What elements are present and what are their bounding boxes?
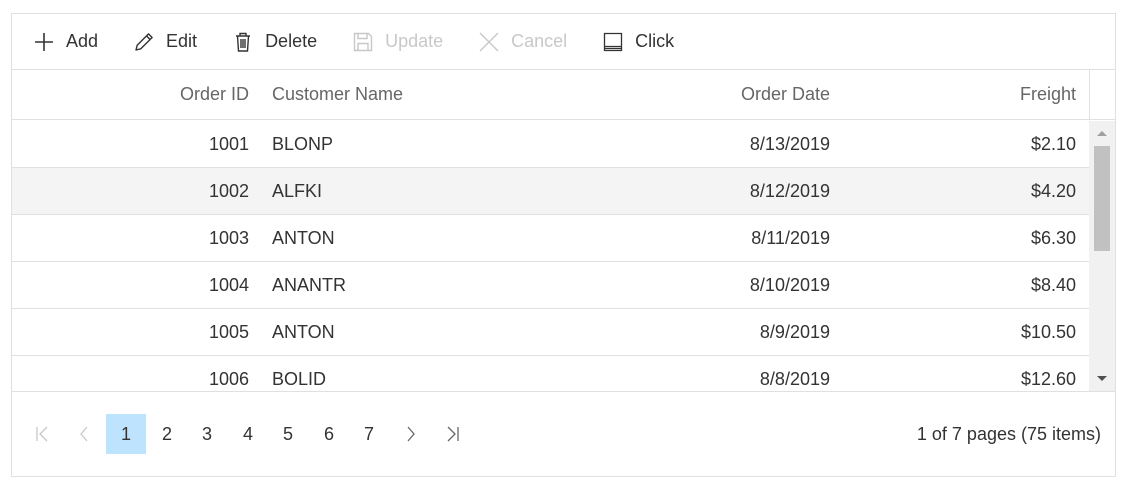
cancel-button[interactable]: Cancel bbox=[477, 22, 567, 62]
grid-toolbar: Add Edit Delete Update Cancel Click bbox=[12, 14, 1115, 70]
cell-freight: $10.50 bbox=[1020, 321, 1076, 342]
pencil-icon bbox=[132, 30, 156, 54]
cell-customer-name: ALFKI bbox=[272, 180, 323, 201]
close-icon bbox=[477, 30, 501, 54]
cell-order-id: 1003 bbox=[208, 227, 249, 248]
delete-button[interactable]: Delete bbox=[231, 22, 317, 62]
table-row[interactable]: 1006 BOLID 8/8/2019 $12.60 bbox=[12, 356, 1089, 391]
scroll-up-arrow-icon[interactable] bbox=[1089, 123, 1115, 143]
cell-freight: $4.20 bbox=[1030, 180, 1076, 201]
add-label: Add bbox=[66, 31, 99, 51]
page-number-1[interactable]: 1 bbox=[106, 414, 146, 454]
scroll-down-arrow-icon[interactable] bbox=[1089, 369, 1115, 389]
scrollbar-thumb[interactable] bbox=[1094, 146, 1110, 251]
first-page-icon[interactable] bbox=[22, 414, 62, 454]
plus-icon bbox=[32, 30, 56, 54]
cell-order-date: 8/8/2019 bbox=[759, 368, 830, 389]
click-label: Click bbox=[635, 31, 675, 51]
cell-order-id: 1001 bbox=[208, 133, 249, 154]
page-number-3[interactable]: 3 bbox=[187, 414, 227, 454]
page-number-4[interactable]: 4 bbox=[228, 414, 268, 454]
cell-order-id: 1006 bbox=[208, 368, 249, 389]
edit-button[interactable]: Edit bbox=[132, 22, 197, 62]
save-icon bbox=[351, 30, 375, 54]
next-page-icon[interactable] bbox=[391, 414, 431, 454]
page-number-7[interactable]: 7 bbox=[349, 414, 389, 454]
cell-customer-name: BOLID bbox=[272, 368, 327, 389]
cell-order-id: 1004 bbox=[208, 274, 249, 295]
page-number-2[interactable]: 2 bbox=[147, 414, 187, 454]
page-number-5[interactable]: 5 bbox=[268, 414, 308, 454]
cell-order-date: 8/11/2019 bbox=[751, 227, 830, 248]
cell-freight: $2.10 bbox=[1030, 133, 1076, 154]
vertical-scrollbar[interactable] bbox=[1089, 121, 1115, 391]
grid-pager: 1 2 3 4 5 6 7 1 of 7 pages (75 items) bbox=[12, 391, 1115, 476]
table-row[interactable]: 1001 BLONP 8/13/2019 $2.10 bbox=[12, 121, 1089, 168]
cell-freight: $12.60 bbox=[1020, 368, 1076, 389]
cell-customer-name: ANTON bbox=[272, 321, 335, 342]
cell-freight: $6.30 bbox=[1030, 227, 1076, 248]
grid-body: 1001 BLONP 8/13/2019 $2.10 1002 ALFKI 8/… bbox=[12, 121, 1089, 391]
cell-customer-name: BLONP bbox=[272, 133, 334, 154]
previous-page-icon[interactable] bbox=[64, 414, 104, 454]
window-icon bbox=[601, 30, 625, 54]
cell-freight: $8.40 bbox=[1030, 274, 1076, 295]
cell-order-id: 1005 bbox=[208, 321, 249, 342]
cell-order-date: 8/13/2019 bbox=[749, 133, 830, 154]
table-row[interactable]: 1002 ALFKI 8/12/2019 $4.20 bbox=[12, 168, 1089, 215]
pager-info: 1 of 7 pages (75 items) bbox=[916, 423, 1101, 444]
page-number-6[interactable]: 6 bbox=[309, 414, 349, 454]
edit-label: Edit bbox=[166, 31, 198, 51]
update-button[interactable]: Update bbox=[351, 22, 443, 62]
data-grid: Add Edit Delete Update Cancel Click Orde… bbox=[11, 13, 1116, 477]
header-freight[interactable]: Freight bbox=[830, 70, 1076, 119]
grid-header: Order ID Customer Name Order Date Freigh… bbox=[12, 70, 1089, 120]
cell-customer-name: ANTON bbox=[272, 227, 335, 248]
cell-order-date: 8/9/2019 bbox=[759, 321, 830, 342]
last-page-icon[interactable] bbox=[433, 414, 473, 454]
header-customer-name[interactable]: Customer Name bbox=[272, 70, 572, 119]
update-label: Update bbox=[385, 31, 444, 51]
cancel-label: Cancel bbox=[511, 31, 568, 51]
add-button[interactable]: Add bbox=[32, 22, 98, 62]
click-button[interactable]: Click bbox=[601, 22, 674, 62]
cell-order-date: 8/10/2019 bbox=[749, 274, 830, 295]
cell-order-id: 1002 bbox=[208, 180, 249, 201]
header-order-date[interactable]: Order Date bbox=[572, 70, 830, 119]
table-row[interactable]: 1004 ANANTR 8/10/2019 $8.40 bbox=[12, 262, 1089, 309]
cell-customer-name: ANANTR bbox=[272, 274, 347, 295]
header-order-id[interactable]: Order ID bbox=[12, 70, 249, 119]
delete-label: Delete bbox=[265, 31, 318, 51]
header-scroll-spacer bbox=[1089, 70, 1115, 120]
cell-order-date: 8/12/2019 bbox=[749, 180, 830, 201]
table-row[interactable]: 1005 ANTON 8/9/2019 $10.50 bbox=[12, 309, 1089, 356]
trash-icon bbox=[231, 30, 255, 54]
table-row[interactable]: 1003 ANTON 8/11/2019 $6.30 bbox=[12, 215, 1089, 262]
